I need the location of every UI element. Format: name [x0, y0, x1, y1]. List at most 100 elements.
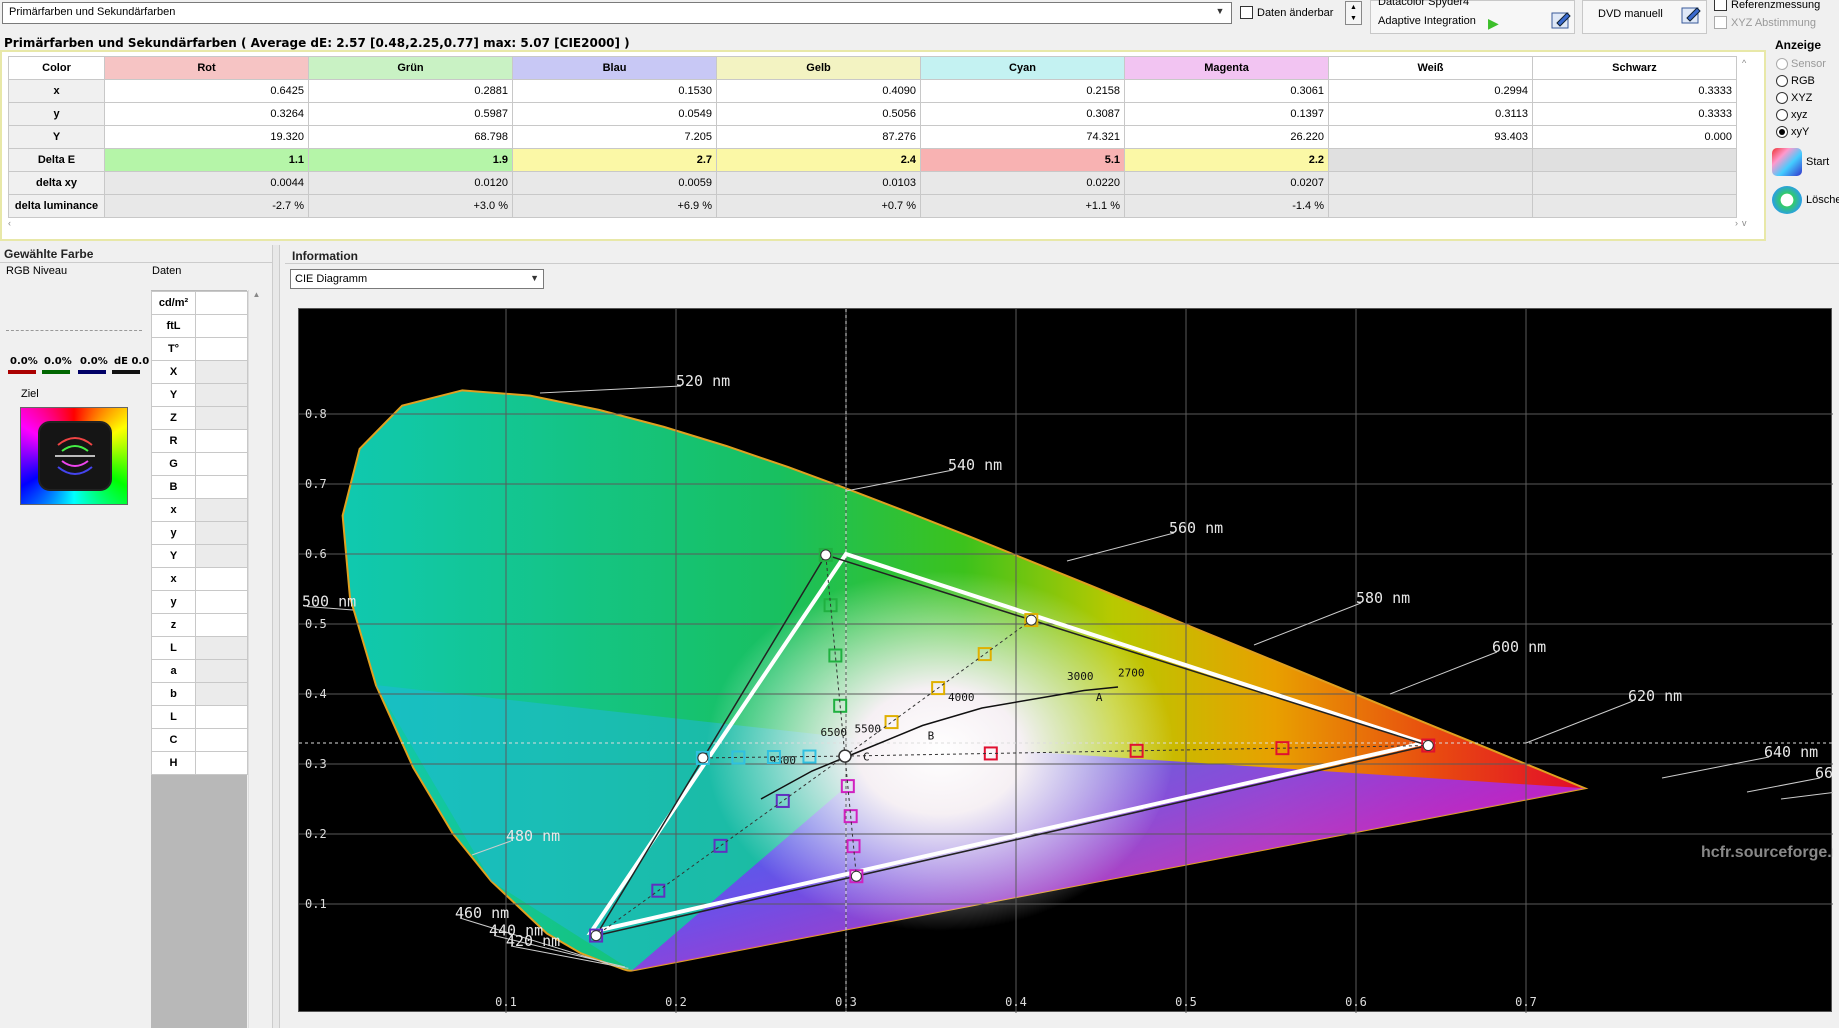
anzeige-title: Anzeige	[1775, 38, 1822, 52]
edit-icon	[1681, 7, 1701, 24]
y-tick-label: 0.4	[305, 687, 327, 701]
play-icon[interactable]: ▶	[1488, 15, 1499, 32]
y-tick-label: 0.8	[305, 407, 327, 421]
data-key: x	[151, 498, 196, 522]
view-select[interactable]: CIE Diagramm ▼	[290, 269, 544, 289]
table-cell: 0.3264	[104, 102, 309, 126]
radio-button[interactable]	[1776, 126, 1788, 138]
watermark: hcfr.sourceforge.net	[1701, 844, 1833, 861]
data-value	[195, 360, 248, 384]
radio-button[interactable]	[1776, 92, 1788, 104]
spin-button[interactable]: ▲ ▼	[1345, 1, 1362, 25]
y-tick-label: 0.1	[305, 897, 327, 911]
checkbox-box[interactable]	[1714, 0, 1727, 11]
y-tick-label: 0.5	[305, 617, 327, 631]
mode-select[interactable]: Primärfarben und Sekundärfarben ▼	[2, 2, 1232, 24]
column-header-8: Schwarz	[1532, 56, 1737, 80]
data-row: Y	[151, 383, 248, 407]
table-cell	[1532, 194, 1737, 218]
radio-sensor[interactable]: Sensor	[1776, 58, 1826, 70]
measured-point	[1422, 740, 1434, 752]
probe-mode: Adaptive Integration	[1378, 15, 1476, 27]
x-tick-label: 0.5	[1175, 995, 1197, 1009]
clear-button[interactable]: Lösche	[1772, 186, 1839, 214]
row-label: delta xy	[8, 171, 105, 195]
wavelength-label: 460 nm	[455, 904, 509, 922]
radio-label: XYZ	[1791, 92, 1813, 104]
edit-dvd-button[interactable]	[1680, 4, 1702, 26]
table-cell: 0.0044	[104, 171, 309, 195]
column-header-1: Rot	[104, 56, 309, 80]
spectral-locus	[341, 389, 1589, 972]
rgb-level-label: RGB Niveau	[6, 265, 68, 277]
data-key: L	[151, 705, 196, 729]
wavelength-label: 540 nm	[948, 456, 1002, 474]
radio-xyz[interactable]: xyz	[1776, 109, 1808, 121]
data-row: ftL	[151, 314, 248, 338]
daten-aenderbar-label: Daten änderbar	[1257, 6, 1334, 19]
checkbox-box[interactable]	[1714, 16, 1727, 29]
table-cell: 0.000	[1532, 125, 1737, 149]
data-row: b	[151, 682, 248, 706]
edit-probe-button[interactable]	[1550, 10, 1572, 30]
vertical-scrollbar[interactable]: ▲	[248, 290, 264, 1028]
data-value	[195, 682, 248, 706]
x-tick-label: 0.6	[1345, 995, 1367, 1009]
table-cell: 0.3333	[1532, 102, 1737, 126]
radio-button[interactable]	[1776, 75, 1788, 87]
table-cell: +6.9 %	[512, 194, 717, 218]
pattern-icon	[55, 437, 95, 475]
measured-point	[820, 549, 832, 561]
radio-button[interactable]	[1776, 58, 1788, 70]
data-row: x	[151, 498, 248, 522]
vertical-scrollbar[interactable]: ^ v	[1742, 58, 1754, 228]
checkbox-box[interactable]	[1240, 6, 1253, 19]
edit-icon	[1551, 12, 1571, 29]
refresh-icon	[1772, 186, 1802, 214]
x-tick-label: 0.7	[1515, 995, 1537, 1009]
probe-name: Datacolor Spyder4	[1378, 0, 1470, 8]
data-value	[195, 705, 248, 729]
measured-point	[590, 930, 602, 942]
x-tick-label: 0.3	[835, 995, 857, 1009]
wavelength-label: 560 nm	[1169, 519, 1223, 537]
cct-label: 2700	[1118, 667, 1145, 680]
cie-diagram[interactable]: 0.1 0.2 0.3 0.4 0.5 0.6 0.7 0.8 0.7 0.6 0.5 0.4 0.3 0…	[298, 308, 1833, 1013]
xyz-abstimmung-checkbox[interactable]: XYZ Abstimmung	[1714, 16, 1816, 29]
measured-point	[850, 870, 862, 882]
wavelength-tick	[1066, 532, 1175, 562]
table-cell: 19.320	[104, 125, 309, 149]
table-cell: 0.5987	[308, 102, 513, 126]
referenzmessung-checkbox[interactable]: Referenzmessung	[1714, 0, 1820, 11]
row-label: delta luminance	[8, 194, 105, 218]
cct-label: 9300	[770, 754, 797, 767]
data-key: cd/m²	[151, 291, 196, 315]
data-key: b	[151, 682, 196, 706]
data-value	[195, 636, 248, 660]
table-cell: 0.3333	[1532, 79, 1737, 103]
radio-rgb[interactable]: RGB	[1776, 75, 1815, 87]
dvd-label: DVD manuell	[1598, 8, 1663, 20]
radio-button[interactable]	[1776, 109, 1788, 121]
start-button[interactable]: Start	[1772, 148, 1829, 176]
radio-xyy[interactable]: xyY	[1776, 126, 1809, 138]
data-value	[195, 567, 248, 591]
table-cell: 0.1397	[1124, 102, 1329, 126]
data-value	[195, 291, 248, 315]
daten-aenderbar-checkbox[interactable]: Daten änderbar	[1240, 6, 1333, 19]
green-percent: 0.0%	[44, 356, 72, 367]
table-cell: -2.7 %	[104, 194, 309, 218]
view-select-value: CIE Diagramm	[295, 273, 368, 285]
splitter[interactable]	[272, 245, 280, 1028]
wavelength-label: 640 nm	[1764, 743, 1818, 761]
divider	[6, 330, 142, 331]
table-cell: +3.0 %	[308, 194, 513, 218]
data-key: H	[151, 751, 196, 775]
data-value	[195, 521, 248, 545]
wavelength-label: 660 nm	[1815, 764, 1833, 782]
horizontal-scrollbar[interactable]: ‹ ›	[8, 218, 1738, 230]
radio-xyz[interactable]: XYZ	[1776, 92, 1812, 104]
table-row: y 0.3264 0.5987 0.0549 0.5056 0.3087 0.1397 0.3…	[8, 102, 1737, 126]
data-key: C	[151, 728, 196, 752]
data-key: Y	[151, 544, 196, 568]
